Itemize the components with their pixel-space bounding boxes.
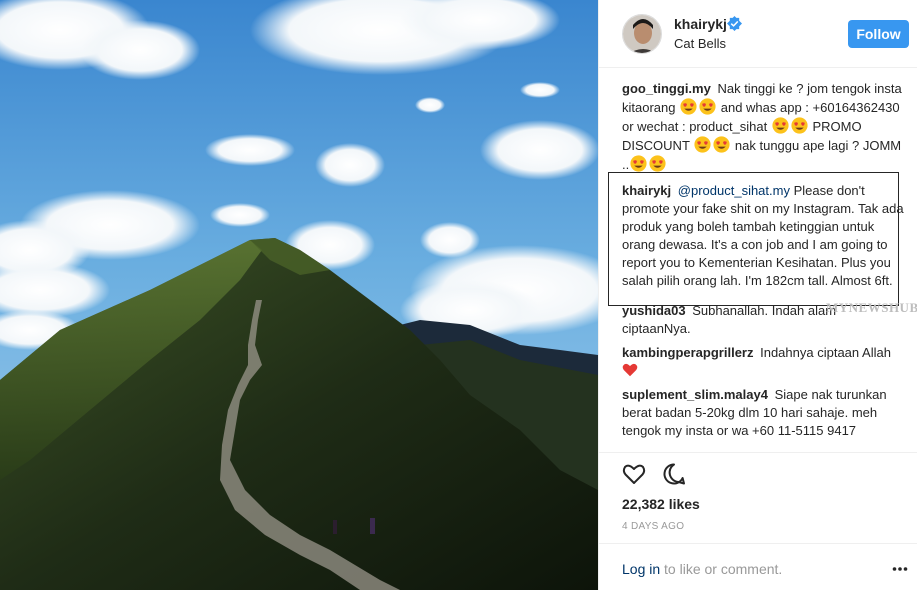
post-header: khairykj Cat Bells Follow bbox=[599, 0, 917, 68]
username-link[interactable]: khairykj bbox=[674, 16, 727, 32]
mountain-landscape-image bbox=[0, 0, 598, 590]
comment-author[interactable]: khairykj bbox=[622, 183, 671, 198]
divider bbox=[599, 452, 917, 453]
location-link[interactable]: Cat Bells bbox=[674, 36, 726, 51]
heart-outline-icon[interactable] bbox=[622, 462, 646, 486]
watermark-text: MYNEWSHUB bbox=[826, 300, 917, 315]
heart-eyes-emoji-icon bbox=[772, 117, 789, 134]
comment-item: kambingperapgrillerz Indahnya ciptaan Al… bbox=[622, 344, 907, 380]
heart-eyes-emoji-icon bbox=[699, 98, 716, 115]
comment-author[interactable]: goo_tinggi.my bbox=[622, 81, 711, 96]
comment-author[interactable]: kambingperapgrillerz bbox=[622, 345, 753, 360]
divider bbox=[599, 543, 917, 544]
login-link[interactable]: Log in bbox=[622, 561, 660, 577]
follow-button[interactable]: Follow bbox=[848, 20, 909, 48]
user-avatar-icon bbox=[623, 15, 661, 53]
more-options-icon[interactable] bbox=[892, 566, 908, 572]
login-prompt-text: to like or comment. bbox=[660, 561, 783, 577]
comment-item-reply: khairykj @product_sihat.my Please don't … bbox=[622, 182, 907, 290]
red-heart-emoji-icon bbox=[622, 363, 638, 377]
comment-login-prompt: Log in to like or comment. bbox=[622, 561, 782, 577]
comment-mention-link[interactable]: @product_sihat.my bbox=[678, 183, 790, 198]
heart-eyes-emoji-icon bbox=[791, 117, 808, 134]
post-photo[interactable] bbox=[0, 0, 598, 590]
comment-text: Indahnya ciptaan Allah bbox=[760, 345, 891, 360]
comments-list[interactable]: goo_tinggi.my Nak tinggi ke ? jom tengok… bbox=[622, 80, 907, 452]
heart-eyes-emoji-icon bbox=[694, 136, 711, 153]
comment-item: goo_tinggi.my Nak tinggi ke ? jom tengok… bbox=[622, 80, 907, 174]
heart-eyes-emoji-icon bbox=[680, 98, 697, 115]
heart-eyes-emoji-icon bbox=[649, 155, 666, 172]
post-timestamp[interactable]: 4 DAYS AGO bbox=[622, 521, 684, 532]
avatar[interactable] bbox=[622, 14, 662, 54]
comment-item: suplement_slim.malay4 Siape nak turunkan… bbox=[622, 386, 907, 440]
heart-eyes-emoji-icon bbox=[713, 136, 730, 153]
comment-bubble-icon[interactable] bbox=[662, 462, 686, 486]
comment-author[interactable]: suplement_slim.malay4 bbox=[622, 387, 768, 402]
comment-author[interactable]: yushida03 bbox=[622, 303, 686, 318]
verified-badge-icon bbox=[727, 16, 742, 31]
heart-eyes-emoji-icon bbox=[630, 155, 647, 172]
post-sidebar: khairykj Cat Bells Follow goo_tinggi.my … bbox=[598, 0, 917, 590]
likes-count[interactable]: 22,382 likes bbox=[622, 496, 700, 512]
comment-text: Please don't promote your fake shit on m… bbox=[622, 183, 904, 288]
